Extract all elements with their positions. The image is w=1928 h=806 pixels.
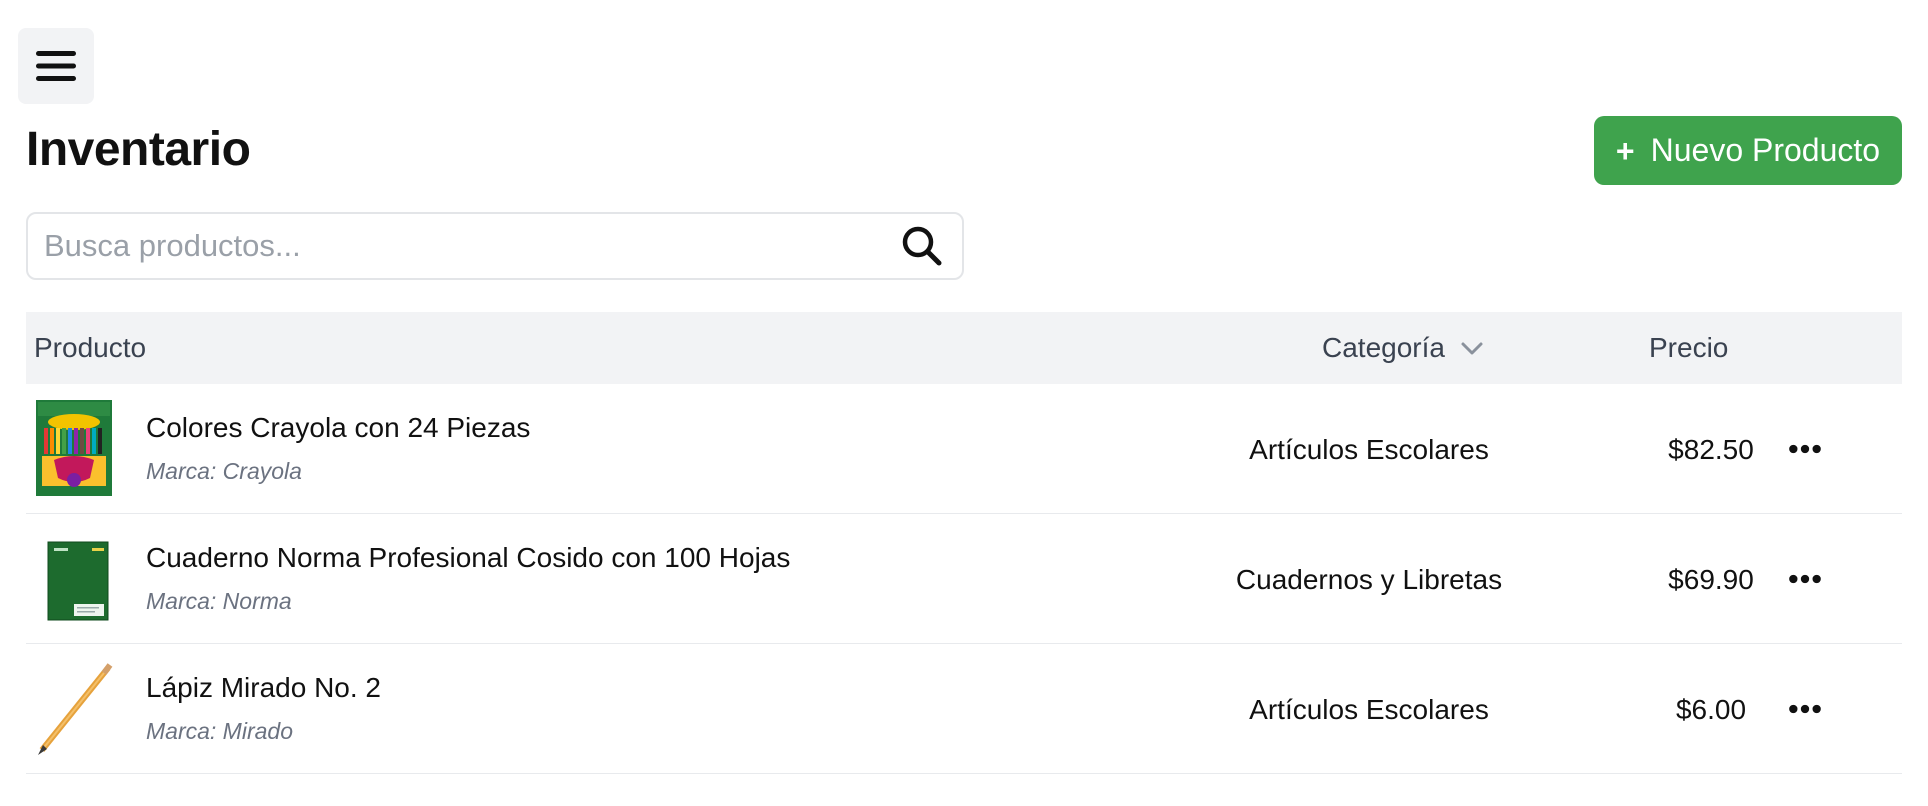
search-box (26, 212, 964, 280)
product-thumbnail-crayola (36, 400, 112, 496)
more-horizontal-icon (1789, 574, 1821, 584)
product-brand: Marca: Norma (146, 588, 292, 614)
more-options-button[interactable] (1780, 433, 1830, 465)
new-product-label: Nuevo Producto (1650, 132, 1881, 168)
product-category: Artículos Escolares (1249, 434, 1489, 465)
search-icon[interactable] (900, 224, 944, 268)
column-header-price: Precio (1649, 332, 1729, 363)
hamburger-menu-icon (36, 51, 76, 81)
new-product-button[interactable]: + Nuevo Producto (1594, 116, 1902, 185)
menu-button[interactable] (18, 28, 94, 104)
table-row: Colores Crayola con 24 Piezas Marca: Cra… (26, 384, 1902, 514)
product-thumbnail-pencil (38, 663, 113, 755)
column-header-category[interactable]: Categoría (1322, 332, 1485, 364)
product-brand: Marca: Crayola (146, 458, 302, 484)
more-horizontal-icon (1789, 444, 1821, 454)
product-name[interactable]: Lápiz Mirado No. 2 (146, 672, 381, 704)
product-thumbnail-notebook (47, 541, 109, 621)
chevron-down-icon (1461, 342, 1483, 355)
column-header-category-label: Categoría (1322, 332, 1445, 363)
product-brand: Marca: Mirado (146, 718, 293, 744)
more-options-button[interactable] (1780, 693, 1830, 725)
page-title: Inventario (26, 123, 251, 176)
product-category: Cuadernos y Libretas (1235, 564, 1503, 595)
column-header-product: Producto (34, 332, 147, 363)
product-name[interactable]: Cuaderno Norma Profesional Cosido con 10… (146, 542, 790, 574)
product-name[interactable]: Colores Crayola con 24 Piezas (146, 412, 530, 444)
table-row: Cuaderno Norma Profesional Cosido con 10… (26, 514, 1902, 644)
search-input[interactable] (44, 228, 900, 264)
product-category: Artículos Escolares (1249, 694, 1489, 725)
table-header: Producto Categoría Precio (26, 312, 1902, 384)
plus-icon: + (1615, 132, 1635, 169)
table-row: Lápiz Mirado No. 2 Marca: Mirado Artícul… (26, 644, 1902, 774)
more-horizontal-icon (1789, 704, 1821, 714)
inventory-table: Producto Categoría Precio Colores Crayol… (26, 312, 1902, 774)
more-options-button[interactable] (1780, 563, 1830, 595)
